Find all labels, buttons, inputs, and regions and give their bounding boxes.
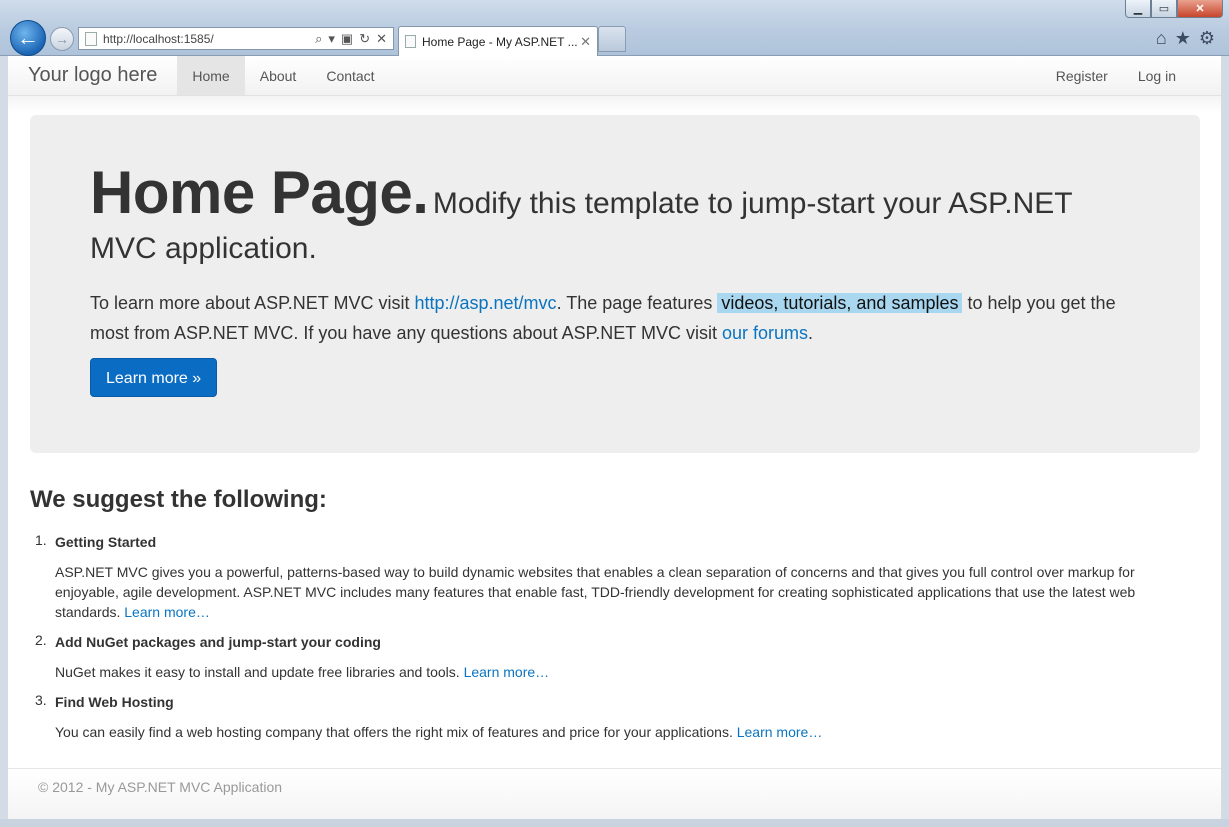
new-tab-button[interactable] — [598, 26, 626, 52]
stop-icon[interactable]: ✕ — [376, 31, 387, 47]
favorites-icon[interactable]: ★ — [1175, 28, 1191, 49]
list-item: 3. Find Web Hosting You can easily find … — [30, 692, 1200, 742]
tab-page-icon — [405, 35, 416, 48]
list-number: 3. — [35, 692, 47, 708]
tab-close-icon[interactable]: ✕ — [580, 34, 591, 50]
web-page: Your logo here Home About Contact Regist… — [8, 56, 1221, 819]
navbar-shadow — [8, 96, 1221, 114]
compatibility-view-icon[interactable]: ▣ — [341, 31, 353, 47]
window-frame-left — [0, 56, 8, 819]
tools-gear-icon[interactable]: ⚙ — [1199, 28, 1215, 49]
site-logo-link[interactable]: Your logo here — [8, 56, 177, 95]
page-title: Home Page. — [90, 159, 429, 226]
address-bar[interactable]: http://localhost:1585/ ⌕ ▾ ▣ ↻ ✕ — [78, 27, 394, 50]
nav-contact[interactable]: Contact — [311, 56, 389, 95]
nav-register[interactable]: Register — [1041, 56, 1123, 95]
nav-right-group: Register Log in — [1041, 56, 1221, 95]
minimize-button[interactable]: ▁ — [1125, 0, 1151, 18]
back-button[interactable]: ← — [10, 20, 46, 56]
browser-toolbar-right: ⌂ ★ ⚙ — [1156, 28, 1215, 49]
maximize-button[interactable]: ▭ — [1151, 0, 1177, 18]
window-controls: ▁ ▭ ✕ — [1125, 0, 1223, 18]
learn-more-link[interactable]: Learn more… — [737, 724, 823, 740]
item-body: You can easily find a web hosting compan… — [55, 722, 1200, 742]
item-title: Getting Started — [55, 534, 157, 550]
list-item: 1. Getting Started ASP.NET MVC gives you… — [30, 532, 1200, 622]
suggestions-section: We suggest the following: 1. Getting Sta… — [30, 486, 1200, 752]
item-body-text: NuGet makes it easy to install and updat… — [55, 664, 464, 680]
hero-text-1: To learn more about ASP.NET MVC visit — [90, 293, 415, 313]
window-frame-bottom — [0, 819, 1229, 827]
close-window-button[interactable]: ✕ — [1177, 0, 1223, 18]
hero-text-4: . — [807, 323, 813, 343]
item-title: Find Web Hosting — [55, 694, 174, 710]
hero-jumbotron: Home Page. Modify this template to jump-… — [30, 115, 1200, 453]
url-text[interactable]: http://localhost:1585/ — [103, 32, 315, 46]
window-frame-right — [1221, 56, 1229, 819]
asp-net-mvc-link[interactable]: http://asp.net/mvc — [414, 293, 556, 313]
tab-title: Home Page - My ASP.NET ... — [422, 34, 578, 49]
item-body-text: ASP.NET MVC gives you a powerful, patter… — [55, 564, 1136, 620]
learn-more-button[interactable]: Learn more » — [90, 358, 218, 397]
forums-link[interactable]: our forums — [722, 323, 808, 343]
list-item: 2. Add NuGet packages and jump-start you… — [30, 632, 1200, 682]
item-body-text: You can easily find a web hosting compan… — [55, 724, 737, 740]
suggestions-heading: We suggest the following: — [30, 486, 327, 513]
learn-more-link[interactable]: Learn more… — [124, 604, 210, 620]
browser-tab-active[interactable]: Home Page - My ASP.NET ... ✕ — [398, 26, 598, 56]
site-navbar: Your logo here Home About Contact Regist… — [8, 56, 1221, 96]
suggestions-list: 1. Getting Started ASP.NET MVC gives you… — [30, 532, 1200, 742]
site-footer: © 2012 - My ASP.NET MVC Application — [8, 769, 1221, 819]
nav-home[interactable]: Home — [177, 56, 245, 95]
nav-about[interactable]: About — [245, 56, 312, 95]
item-title: Add NuGet packages and jump-start your c… — [55, 634, 381, 650]
hero-paragraph: To learn more about ASP.NET MVC visit ht… — [90, 288, 1140, 348]
hero-text-2: . The page features — [556, 293, 718, 313]
learn-more-link[interactable]: Learn more… — [464, 664, 550, 680]
nav-login[interactable]: Log in — [1123, 56, 1191, 95]
list-number: 2. — [35, 632, 47, 648]
highlighted-text: videos, tutorials, and samples — [717, 293, 963, 313]
item-body: NuGet makes it easy to install and updat… — [55, 662, 1200, 682]
refresh-icon[interactable]: ↻ — [359, 31, 370, 47]
footer-copyright: © 2012 - My ASP.NET MVC Application — [38, 779, 283, 795]
list-number: 1. — [35, 532, 47, 548]
address-tools: ⌕ ▾ ▣ ↻ ✕ — [315, 31, 393, 47]
hero-heading: Home Page. Modify this template to jump-… — [90, 163, 1140, 274]
page-icon — [85, 31, 97, 46]
search-icon[interactable]: ⌕ — [315, 31, 322, 47]
browser-chrome: ▁ ▭ ✕ ← → http://localhost:1585/ ⌕ ▾ ▣ ↻… — [0, 0, 1229, 56]
home-icon[interactable]: ⌂ — [1156, 28, 1167, 49]
item-body: ASP.NET MVC gives you a powerful, patter… — [55, 562, 1200, 622]
dropdown-icon[interactable]: ▾ — [328, 31, 335, 47]
forward-button[interactable]: → — [50, 27, 74, 51]
